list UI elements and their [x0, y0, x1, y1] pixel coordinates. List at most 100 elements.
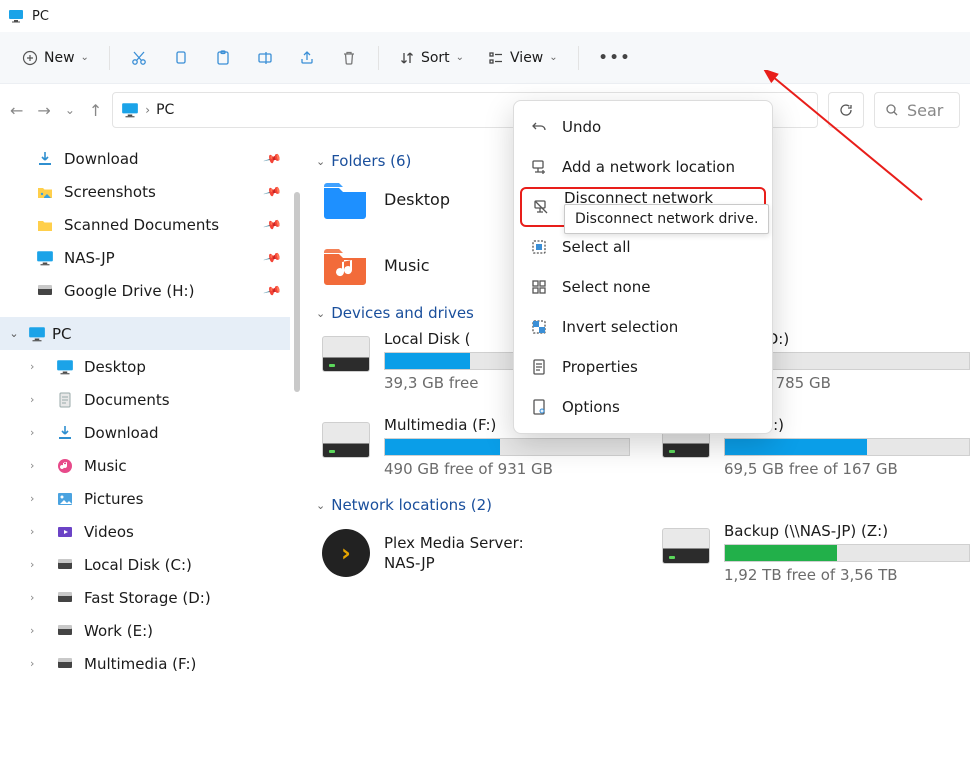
chevron-down-icon[interactable]: ⌄ — [6, 327, 22, 340]
separator — [578, 46, 579, 70]
menu-item-net-add[interactable]: Add a network location — [520, 147, 766, 187]
plex-icon: › — [322, 529, 370, 577]
tree-item[interactable]: ›Pictures — [0, 482, 290, 515]
item-label: Download — [84, 424, 159, 442]
title-bar: PC — [0, 0, 970, 32]
item-label: Download — [64, 150, 139, 168]
tree-item[interactable]: › Documents — [0, 383, 290, 416]
chevron-right-icon[interactable]: › — [30, 525, 44, 538]
disk-icon — [36, 282, 54, 300]
section-network[interactable]: ⌄ Network locations (2) — [316, 496, 970, 514]
cut-button[interactable] — [120, 40, 158, 76]
view-button[interactable]: View ⌄ — [478, 40, 568, 76]
share-icon — [298, 49, 316, 67]
disk-icon — [56, 589, 74, 607]
tree-item[interactable]: ›Work (E:) — [0, 614, 290, 647]
drive-bar — [384, 438, 630, 456]
copy-button[interactable] — [162, 40, 200, 76]
folder-img-icon — [36, 183, 54, 201]
chevron-right-icon[interactable]: › — [30, 459, 44, 472]
menu-item-sel-none[interactable]: Select none — [520, 267, 766, 307]
tree-item[interactable]: ›Videos — [0, 515, 290, 548]
undo-icon — [530, 118, 548, 136]
chevron-right-icon[interactable]: › — [30, 426, 44, 439]
new-button[interactable]: New ⌄ — [12, 40, 99, 76]
folder-icon — [322, 244, 368, 286]
chevron-right-icon[interactable]: › — [30, 558, 44, 571]
menu-item-sel-inv[interactable]: Invert selection — [520, 307, 766, 347]
tree-item-pc[interactable]: ⌄ PC — [0, 317, 290, 350]
breadcrumb-pc[interactable]: PC — [156, 102, 174, 118]
search-placeholder: Sear — [907, 101, 943, 120]
sel-none-icon — [530, 278, 548, 296]
net-disc-icon — [532, 198, 550, 216]
tree-item[interactable]: › Download — [0, 416, 290, 449]
monitor-icon — [56, 358, 74, 376]
recent-chevron-icon[interactable]: ⌄ — [65, 103, 75, 117]
menu-item-opts[interactable]: Options — [520, 387, 766, 427]
chevron-right-icon[interactable]: › — [30, 624, 44, 637]
view-label: View — [510, 50, 543, 66]
menu-label: Undo — [562, 118, 601, 136]
chevron-down-icon: ⌄ — [316, 499, 325, 512]
quick-access-item[interactable]: Scanned Documents 📌 — [0, 208, 290, 241]
more-button[interactable]: ••• — [589, 40, 642, 76]
menu-item-undo[interactable]: Undo — [520, 107, 766, 147]
section-label: Folders (6) — [331, 152, 411, 170]
delete-button[interactable] — [330, 40, 368, 76]
tree-item[interactable]: › Multimedia (F:) — [0, 647, 290, 680]
item-label: Documents — [84, 391, 170, 409]
chevron-right-icon[interactable]: › — [30, 360, 44, 373]
pin-icon: 📌 — [263, 215, 283, 235]
nav-arrows: ← → ⌄ ↑ — [10, 101, 102, 120]
refresh-button[interactable] — [828, 92, 864, 128]
folder-icon — [322, 178, 368, 220]
tree-item[interactable]: ›Local Disk (C:) — [0, 548, 290, 581]
chevron-right-icon[interactable]: › — [30, 591, 44, 604]
network-drive[interactable]: Backup (\\NAS-JP) (Z:) 1,92 TB free of 3… — [662, 522, 970, 584]
share-button[interactable] — [288, 40, 326, 76]
drive-info: 69,5 GB free of 167 GB — [724, 460, 970, 478]
disk-icon — [56, 556, 74, 574]
quick-access-item[interactable]: Screenshots📌 — [0, 175, 290, 208]
search-input[interactable]: Sear — [874, 92, 960, 128]
view-icon — [488, 50, 504, 66]
chevron-right-icon[interactable]: › — [30, 657, 44, 670]
item-label: Scanned Documents — [64, 216, 219, 234]
toolbar: New ⌄ Sort ⌄ View ⌄ ••• — [0, 32, 970, 84]
scissors-icon — [130, 49, 148, 67]
monitor-icon — [121, 101, 139, 119]
drive-icon — [322, 422, 370, 458]
sort-button[interactable]: Sort ⌄ — [389, 40, 474, 76]
tree-item[interactable]: ›Fast Storage (D:) — [0, 581, 290, 614]
separator — [109, 46, 110, 70]
quick-access-item[interactable]: NAS-JP📌 — [0, 241, 290, 274]
sel-all-icon — [530, 238, 548, 256]
chevron-down-icon: ⌄ — [316, 307, 325, 320]
forward-button[interactable]: → — [37, 101, 50, 120]
tree-item[interactable]: ›Desktop — [0, 350, 290, 383]
scrollbar[interactable] — [290, 136, 304, 767]
menu-label: Options — [562, 398, 620, 416]
up-button[interactable]: ↑ — [89, 101, 102, 120]
back-button[interactable]: ← — [10, 101, 23, 120]
drive-icon — [662, 528, 710, 564]
drive-info: 490 GB free of 931 GB — [384, 460, 630, 478]
item-label: NAS-JP — [64, 249, 115, 267]
chevron-right-icon[interactable]: › — [30, 393, 44, 406]
drive-bar — [724, 438, 970, 456]
item-label: Google Drive (H:) — [64, 282, 194, 300]
network-item[interactable]: › Plex Media Server: NAS-JP — [322, 522, 630, 584]
ellipsis-icon: ••• — [599, 50, 632, 66]
folder-icon — [36, 216, 54, 234]
quick-access-item[interactable]: Download📌 — [0, 142, 290, 175]
menu-label: Invert selection — [562, 318, 678, 336]
rename-button[interactable] — [246, 40, 284, 76]
item-label: Multimedia (F:) — [84, 655, 196, 673]
paste-button[interactable] — [204, 40, 242, 76]
quick-access-item[interactable]: Google Drive (H:)📌 — [0, 274, 290, 307]
menu-item-props[interactable]: Properties — [520, 347, 766, 387]
net-line1: Plex Media Server: — [384, 533, 524, 553]
tree-item[interactable]: ›Music — [0, 449, 290, 482]
chevron-right-icon[interactable]: › — [30, 492, 44, 505]
